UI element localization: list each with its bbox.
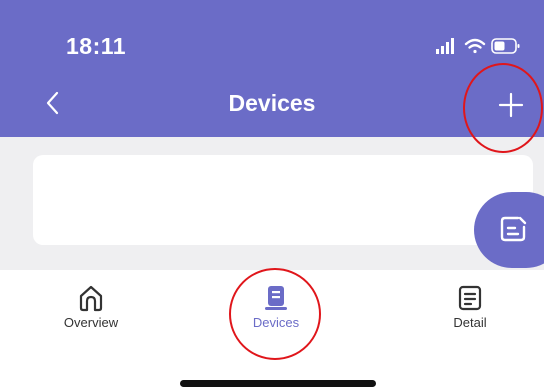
status-time: 18:11 bbox=[66, 33, 127, 59]
battery-icon bbox=[491, 38, 520, 54]
tab-overview-label: Overview bbox=[63, 315, 119, 330]
edit-note-icon bbox=[500, 216, 527, 242]
back-button[interactable] bbox=[38, 88, 68, 118]
edit-fab-button[interactable] bbox=[474, 192, 544, 268]
tab-detail-label: Detail bbox=[453, 315, 487, 330]
top-header: 18:11 Devices bbox=[0, 0, 544, 137]
plus-icon bbox=[498, 92, 524, 118]
signal-icon bbox=[436, 38, 454, 54]
page-title: Devices bbox=[228, 90, 316, 116]
device-card[interactable] bbox=[33, 155, 533, 245]
home-icon bbox=[79, 285, 103, 312]
tab-devices[interactable]: Devices bbox=[226, 283, 326, 343]
status-icons bbox=[436, 38, 520, 54]
home-indicator bbox=[180, 380, 376, 387]
device-icon bbox=[265, 286, 287, 310]
tab-detail[interactable]: Detail bbox=[420, 283, 520, 343]
tab-devices-label: Devices bbox=[252, 315, 300, 330]
tab-overview[interactable]: Overview bbox=[41, 283, 141, 343]
add-device-button[interactable] bbox=[494, 88, 528, 122]
chevron-left-icon bbox=[46, 91, 59, 115]
list-document-icon bbox=[458, 285, 482, 311]
wifi-icon bbox=[464, 38, 486, 54]
